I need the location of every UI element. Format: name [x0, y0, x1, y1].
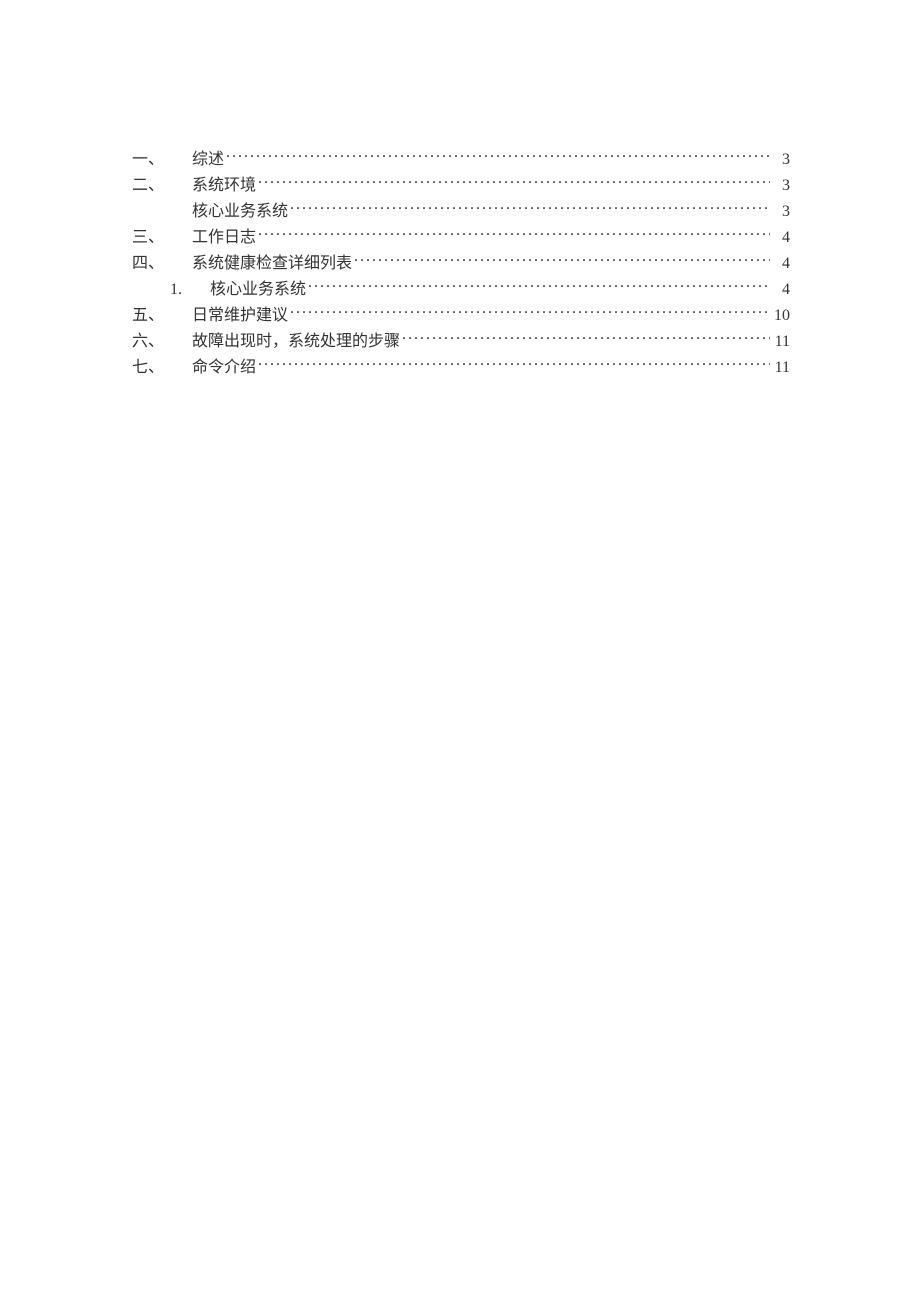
toc-entry[interactable]: 1. 核心业务系统 4 [130, 275, 790, 301]
toc-leader-dots [258, 174, 770, 190]
toc-page-number: 4 [772, 281, 790, 299]
toc-title: 综述 [192, 145, 224, 169]
toc-leader-dots [308, 278, 770, 294]
toc-number: 二、 [130, 171, 192, 195]
toc-page-number: 4 [772, 255, 790, 273]
toc-entry[interactable]: 核心业务系统 3 [130, 197, 790, 223]
toc-title: 故障出现时，系统处理的步骤 [192, 327, 400, 351]
toc-leader-dots [402, 330, 770, 346]
toc-entry[interactable]: 一、 综述 3 [130, 145, 790, 171]
toc-leader-dots [290, 304, 770, 320]
toc-page-number: 3 [772, 203, 790, 221]
toc-number: 七、 [130, 353, 192, 377]
toc-leader-dots [226, 148, 770, 164]
toc-title: 核心业务系统 [192, 197, 288, 221]
toc-leader-dots [258, 356, 770, 372]
toc-title: 系统环境 [192, 171, 256, 195]
toc-page-number: 11 [772, 359, 790, 377]
toc-leader-dots [354, 252, 770, 268]
toc-title: 系统健康检查详细列表 [192, 249, 352, 273]
toc-entry[interactable]: 二、 系统环境 3 [130, 171, 790, 197]
toc-entry[interactable]: 六、 故障出现时，系统处理的步骤 11 [130, 327, 790, 353]
toc-entry[interactable]: 五、 日常维护建议 10 [130, 301, 790, 327]
toc-entry[interactable]: 七、 命令介绍 11 [130, 353, 790, 379]
table-of-contents: 一、 综述 3 二、 系统环境 3 核心业务系统 3 三、 工作日志 4 四、 … [130, 145, 790, 379]
toc-leader-dots [258, 226, 770, 242]
toc-page-number: 4 [772, 229, 790, 247]
toc-title: 工作日志 [192, 223, 256, 247]
toc-page-number: 11 [772, 333, 790, 351]
toc-number: 三、 [130, 223, 192, 247]
toc-page-number: 3 [772, 177, 790, 195]
toc-title: 日常维护建议 [192, 301, 288, 325]
toc-title: 命令介绍 [192, 353, 256, 377]
toc-page-number: 3 [772, 151, 790, 169]
toc-entry[interactable]: 三、 工作日志 4 [130, 223, 790, 249]
toc-page-number: 10 [772, 307, 790, 325]
toc-number: 1. [130, 281, 210, 299]
toc-entry[interactable]: 四、 系统健康检查详细列表 4 [130, 249, 790, 275]
toc-number: 一、 [130, 145, 192, 169]
toc-number: 五、 [130, 301, 192, 325]
toc-title: 核心业务系统 [210, 275, 306, 299]
toc-number: 四、 [130, 249, 192, 273]
toc-number: 六、 [130, 327, 192, 351]
toc-leader-dots [290, 200, 770, 216]
